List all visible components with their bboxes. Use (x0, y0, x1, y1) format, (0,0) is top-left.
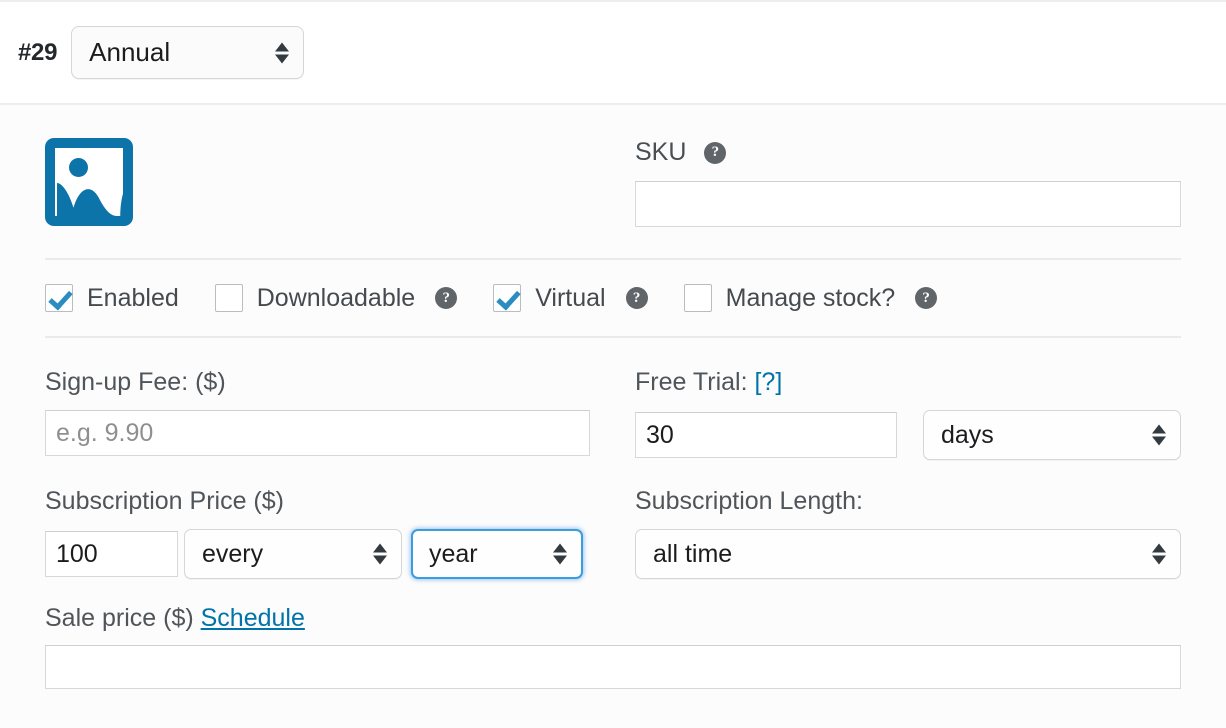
checkbox-label-virtual: Virtual (535, 283, 606, 312)
variation-type-value: Annual (89, 37, 171, 67)
signup-fee-label: Sign-up Fee: ($) (45, 368, 226, 396)
checkbox-item-virtual[interactable]: Virtual ? (493, 283, 648, 313)
checkbox-downloadable[interactable] (214, 284, 243, 312)
subscription-period-select[interactable]: year (411, 529, 583, 579)
help-icon[interactable]: ? (435, 287, 458, 309)
checkbox-virtual[interactable] (493, 284, 522, 312)
variation-number: #29 (18, 38, 58, 66)
help-icon[interactable]: ? (915, 287, 938, 309)
variation-type-select[interactable]: Annual (71, 26, 305, 79)
trial-period-select[interactable]: days (923, 410, 1181, 460)
sku-input[interactable] (635, 181, 1181, 227)
subscription-length-select[interactable]: all time (635, 529, 1181, 579)
checkbox-enabled[interactable] (45, 284, 73, 312)
sale-price-schedule-link[interactable]: Schedule (201, 604, 305, 632)
sale-price-label-text: Sale price ($) (45, 604, 194, 632)
sale-price-input[interactable] (45, 645, 1181, 689)
sale-price-row: Sale price ($) Schedule (45, 606, 1181, 689)
checkbox-item-manage-stock[interactable]: Manage stock? ? (683, 283, 938, 313)
variation-header: #29 Annual (0, 2, 1226, 105)
chevron-updown-icon (275, 42, 290, 63)
subscription-period-interval-select[interactable]: every (184, 529, 402, 579)
subscription-length-field: Subscription Length: all time (635, 489, 1181, 579)
sku-label: SKU (635, 138, 687, 166)
chevron-updown-icon (553, 543, 567, 565)
sku-label-group: SKU ? (635, 140, 1181, 165)
checkbox-manage-stock[interactable] (683, 284, 712, 312)
subscription-price-field: Subscription Price ($) every year (45, 489, 635, 579)
sku-col: SKU ? (635, 138, 1181, 227)
subscription-price-label: Subscription Price ($) (45, 487, 284, 515)
variation-thumbnail-col (45, 138, 635, 227)
signup-trial-row: Sign-up Fee: ($) Free Trial: [?] days (45, 370, 1181, 460)
variation-pricing-form: Sign-up Fee: ($) Free Trial: [?] days (0, 338, 1226, 689)
signup-fee-input[interactable] (45, 410, 590, 456)
free-trial-field: Free Trial: [?] days (635, 370, 1181, 460)
product-variation-panel: #29 Annual SKU ? Enabled Downloadable ? … (0, 0, 1226, 728)
mountain-shape (57, 183, 123, 216)
subscription-length-label: Subscription Length: (635, 487, 863, 515)
checkbox-label-enabled: Enabled (87, 283, 179, 312)
variation-body: SKU ? Enabled Downloadable ? Virtual ? M… (0, 105, 1226, 728)
subscription-period-value: year (429, 539, 478, 568)
free-trial-label: Free Trial: [?] (635, 370, 1181, 395)
subscription-length-value: all time (653, 539, 733, 568)
chevron-updown-icon (373, 543, 387, 565)
checkbox-label-manage-stock: Manage stock? (725, 283, 896, 312)
variation-media-row: SKU ? (0, 105, 1226, 227)
subscription-row: Subscription Price ($) every year (45, 489, 1181, 579)
checkbox-label-downloadable: Downloadable (256, 283, 416, 312)
checkbox-item-downloadable[interactable]: Downloadable ? (214, 283, 458, 313)
signup-fee-field: Sign-up Fee: ($) (45, 370, 635, 456)
subscription-period-interval-value: every (202, 539, 264, 568)
sale-price-label: Sale price ($) Schedule (45, 606, 1181, 631)
subscription-price-input[interactable] (45, 531, 178, 577)
chevron-updown-icon (1152, 424, 1166, 446)
checkbox-item-enabled[interactable]: Enabled (45, 284, 179, 313)
free-trial-label-text: Free Trial: (635, 368, 748, 396)
image-placeholder-icon[interactable] (45, 138, 133, 226)
sale-price-field: Sale price ($) Schedule (45, 606, 1181, 689)
trial-length-input[interactable] (635, 412, 897, 458)
trial-period-value: days (941, 420, 994, 449)
variation-options-row: Enabled Downloadable ? Virtual ? Manage … (0, 260, 1226, 336)
free-trial-help-link[interactable]: [?] (754, 368, 782, 396)
help-icon[interactable]: ? (704, 141, 727, 164)
chevron-updown-icon (1152, 543, 1166, 565)
help-icon[interactable]: ? (625, 287, 648, 309)
